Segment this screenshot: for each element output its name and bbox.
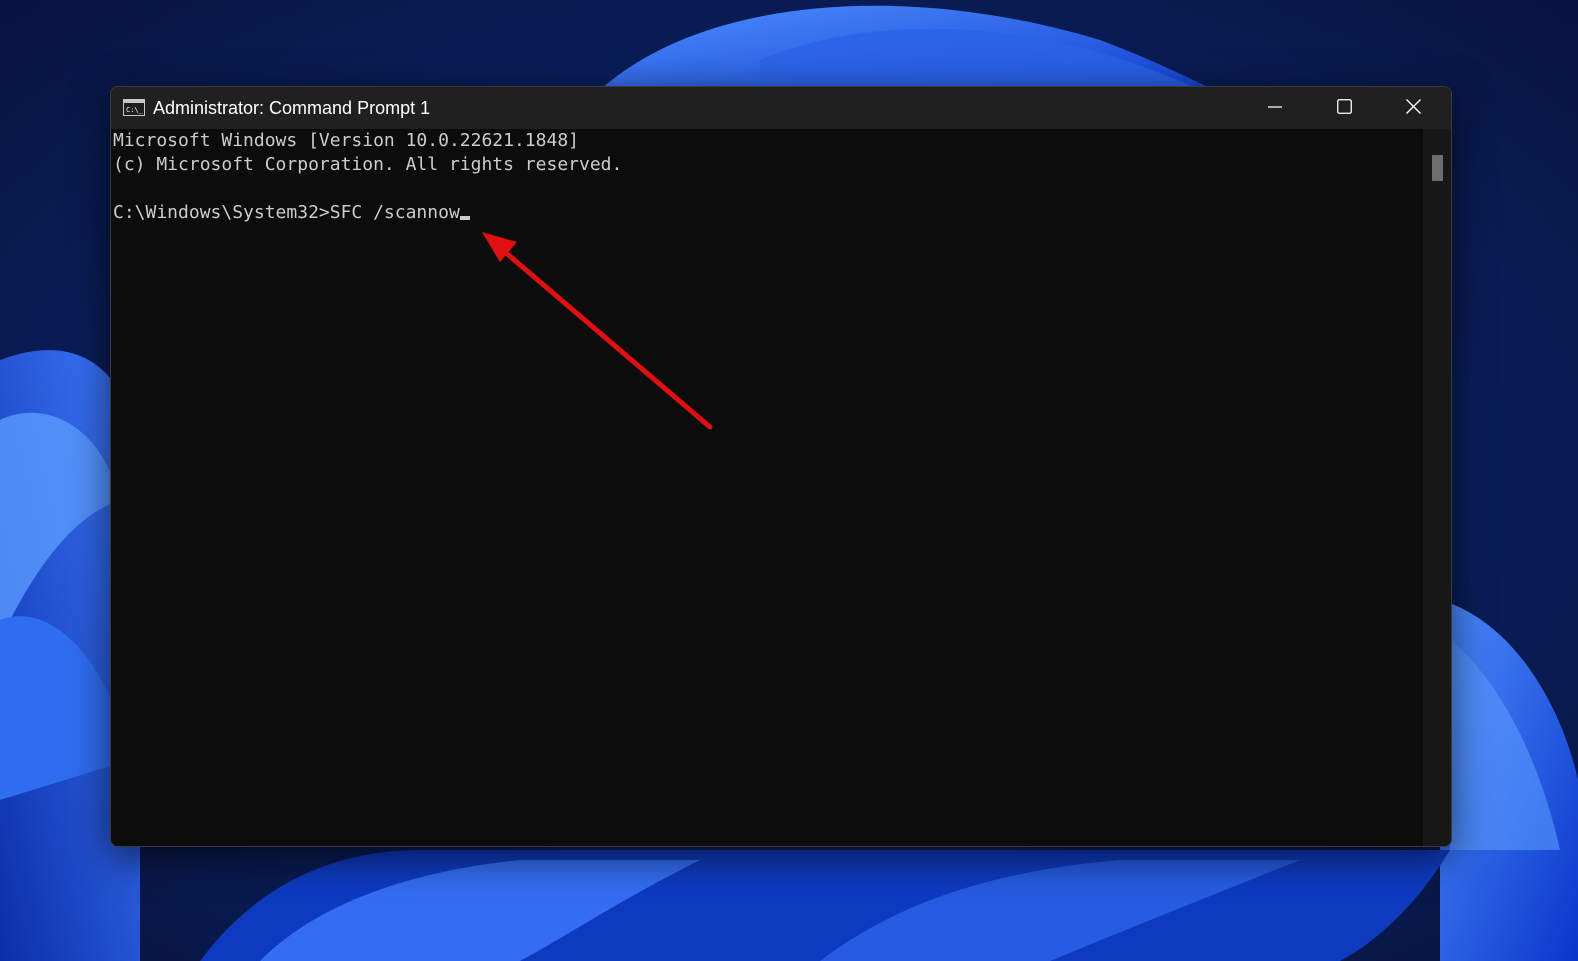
close-button[interactable] [1379, 87, 1447, 129]
terminal-command-line[interactable]: C:\Windows\System32>SFC /scannow [113, 201, 1423, 225]
scrollbar-thumb[interactable] [1432, 155, 1443, 181]
terminal-output[interactable]: Microsoft Windows [Version 10.0.22621.18… [111, 129, 1423, 846]
close-icon [1405, 98, 1421, 118]
minimize-icon [1268, 99, 1282, 118]
svg-text:C:\_: C:\_ [126, 106, 144, 114]
cmd-app-icon: C:\_ [123, 99, 145, 116]
terminal-prompt-command: C:\Windows\System32>SFC /scannow [113, 202, 460, 223]
window-title: Administrator: Command Prompt 1 [153, 98, 431, 118]
maximize-button[interactable] [1310, 87, 1378, 129]
terminal-line-copyright: (c) Microsoft Corporation. All rights re… [113, 154, 623, 175]
text-cursor [459, 216, 470, 220]
command-prompt-window[interactable]: C:\_ Administrator: Command Prompt 1 Mic… [110, 86, 1452, 847]
vertical-scrollbar[interactable] [1423, 129, 1451, 846]
maximize-icon [1336, 98, 1352, 118]
minimize-button[interactable] [1241, 87, 1309, 129]
title-bar[interactable]: C:\_ Administrator: Command Prompt 1 [111, 87, 1451, 129]
terminal-line-version: Microsoft Windows [Version 10.0.22621.18… [113, 130, 579, 151]
